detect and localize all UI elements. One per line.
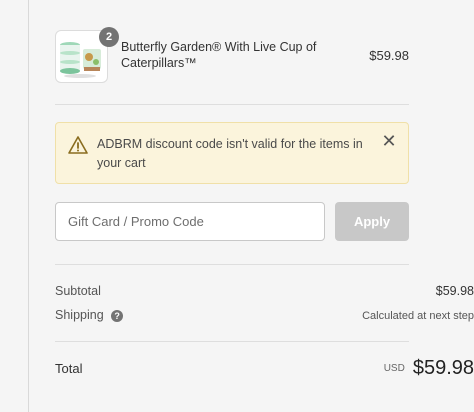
alert-message: ADBRM discount code isn't valid for the … xyxy=(97,137,363,170)
discount-error-alert: ADBRM discount code isn't valid for the … xyxy=(55,122,409,184)
currency-code: USD xyxy=(383,363,405,374)
divider xyxy=(55,341,409,342)
subtotal-label: Subtotal xyxy=(55,284,101,298)
total-amount: USD $59.98 xyxy=(384,357,474,380)
total-value: $59.98 xyxy=(412,357,474,379)
total-label: Total xyxy=(55,361,83,376)
product-thumbnail: 2 xyxy=(55,27,119,83)
shipping-row: Shipping ? xyxy=(55,308,124,322)
order-summary-panel: 2 Butterfly Garden® With Live Cup of Cat… xyxy=(28,0,474,412)
warning-icon xyxy=(68,135,88,155)
apply-button[interactable]: Apply xyxy=(335,202,409,241)
shipping-value: Calculated at next step xyxy=(362,310,474,322)
divider xyxy=(55,264,409,265)
cart-line-item: 2 Butterfly Garden® With Live Cup of Cat… xyxy=(55,26,409,84)
close-icon[interactable]: ✕ xyxy=(381,132,397,150)
product-name: Butterfly Garden® With Live Cup of Cater… xyxy=(121,40,317,70)
promo-code-input[interactable] xyxy=(55,202,325,241)
quantity-badge: 2 xyxy=(99,27,119,47)
shipping-label: Shipping xyxy=(55,308,104,322)
product-price: $59.98 xyxy=(369,48,409,63)
subtotal-value: $59.98 xyxy=(435,284,474,298)
help-icon[interactable]: ? xyxy=(111,309,124,322)
divider xyxy=(55,104,409,105)
